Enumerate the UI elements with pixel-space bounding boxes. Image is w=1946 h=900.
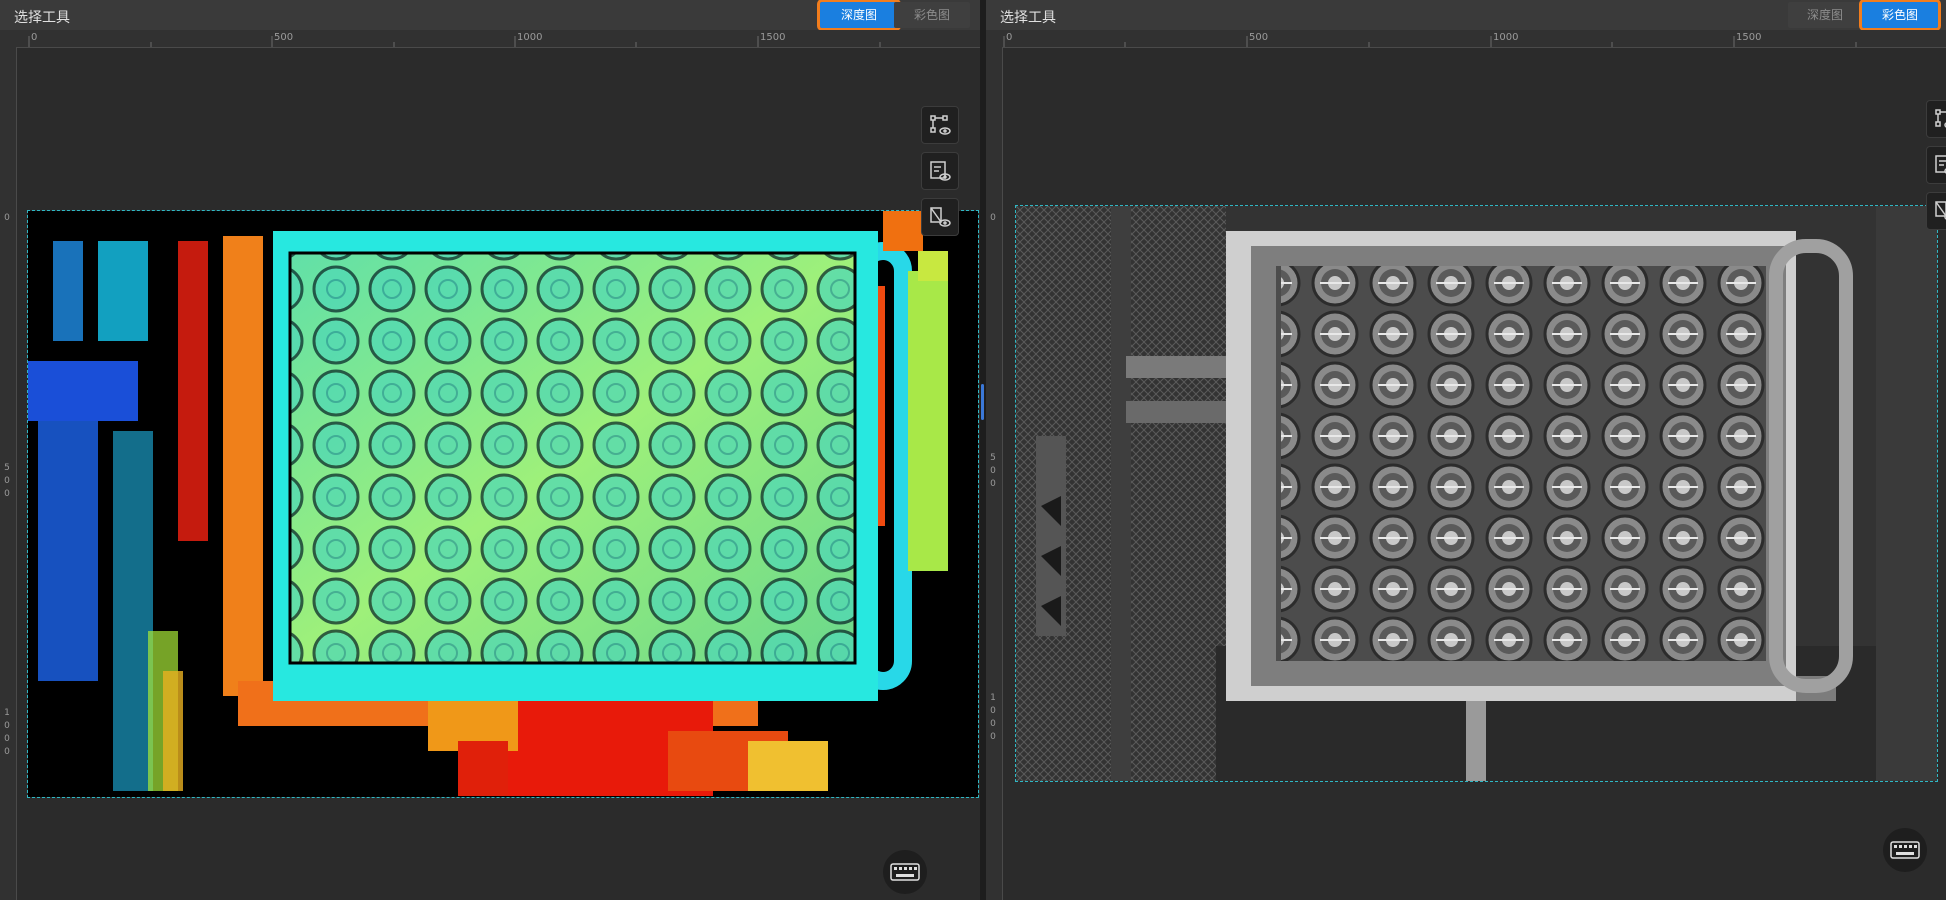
- ruler-label: 0: [1006, 32, 1013, 43]
- image-canvas[interactable]: [17, 48, 980, 900]
- ruler-label: 1500: [760, 32, 786, 43]
- image-canvas[interactable]: [1003, 48, 1946, 900]
- depth-image[interactable]: [27, 210, 979, 798]
- select-region-icon[interactable]: [1926, 100, 1946, 138]
- erase-view-icon[interactable]: [921, 198, 959, 236]
- grayscale-render: [1016, 206, 1937, 781]
- tab-color-map[interactable]: 彩色图: [1859, 0, 1941, 31]
- ruler-ticks: [1003, 36, 1857, 47]
- ruler-label: 1000: [517, 32, 543, 43]
- color-view-pane: 选择工具 深度图 彩色图 0 500 1000 1500 0 5 0 0 1 0…: [986, 0, 1946, 900]
- erase-view-icon[interactable]: [1926, 192, 1946, 230]
- tab-color-map[interactable]: 彩色图: [894, 2, 970, 28]
- ruler-label: 5 0 0: [4, 463, 10, 499]
- ruler-label: 1 0 0 0: [4, 708, 10, 757]
- depth-view-pane: 选择工具 深度图 彩色图 0 500 1000 1500 0 5 0 0 1 0…: [0, 0, 980, 900]
- pane-header: 选择工具 深度图 彩色图: [986, 0, 1946, 31]
- pane-title: 选择工具: [1000, 10, 1056, 26]
- ruler-label: 0: [990, 213, 996, 223]
- depth-map-render: [28, 211, 978, 797]
- horizontal-ruler: 0 500 1000 1500: [16, 30, 980, 48]
- vertical-ruler: 0 5 0 0 1 0 0 0: [0, 47, 17, 900]
- ruler-corner: [0, 30, 16, 47]
- ruler-label: 1000: [1493, 32, 1519, 43]
- horizontal-ruler: 0 500 1000 1500: [1002, 30, 1946, 48]
- tab-depth-map[interactable]: 深度图: [817, 0, 901, 31]
- color-image[interactable]: [1015, 205, 1938, 782]
- vertical-ruler: 0 5 0 0 1 0 0 0: [986, 47, 1003, 900]
- tab-depth-map[interactable]: 深度图: [1788, 2, 1862, 28]
- select-region-icon[interactable]: [921, 106, 959, 144]
- ruler-label: 0: [31, 32, 38, 43]
- ruler-label: 500: [1249, 32, 1269, 43]
- ruler-label: 500: [274, 32, 294, 43]
- ruler-label: 1500: [1736, 32, 1762, 43]
- ruler-corner: [986, 30, 1002, 47]
- ruler-ticks: [28, 36, 881, 47]
- keyboard-icon[interactable]: [883, 850, 927, 894]
- splitter-handle[interactable]: [981, 384, 984, 420]
- ruler-label: 0: [4, 213, 10, 223]
- point-cloud-view-icon[interactable]: [1926, 146, 1946, 184]
- point-cloud-view-icon[interactable]: [921, 152, 959, 190]
- pane-title: 选择工具: [14, 10, 70, 26]
- keyboard-icon[interactable]: [1883, 828, 1927, 872]
- ruler-label: 1 0 0 0: [990, 693, 996, 742]
- pane-header: 选择工具 深度图 彩色图: [0, 0, 980, 31]
- ruler-label: 5 0 0: [990, 453, 996, 489]
